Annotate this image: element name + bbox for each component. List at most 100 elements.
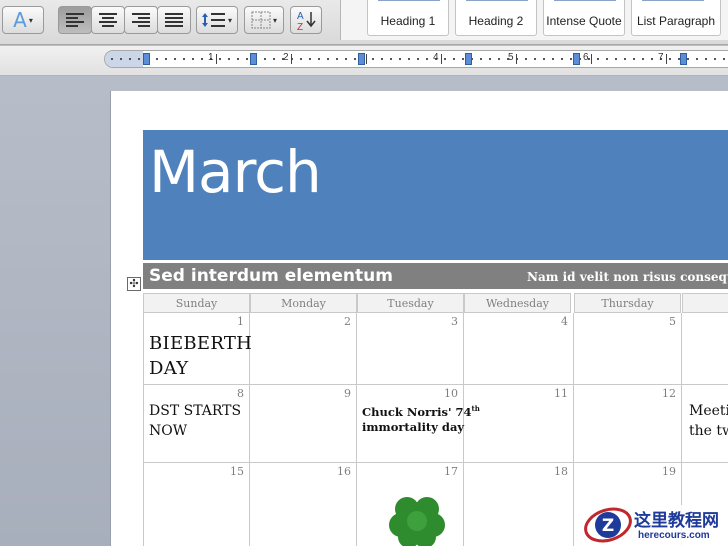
text-effects-button[interactable]: A ▾ bbox=[2, 6, 44, 34]
calendar-cell[interactable]: 9 bbox=[250, 385, 357, 463]
calendar-cell[interactable]: 1 BIEBERTH DAY bbox=[143, 313, 252, 385]
ruler-dot bbox=[453, 58, 455, 60]
event-line: DAY bbox=[149, 358, 189, 379]
ruler-dot bbox=[246, 58, 248, 60]
ruler-dot bbox=[714, 58, 716, 60]
day-number: 15 bbox=[230, 465, 244, 478]
calendar-cell[interactable]: 11 bbox=[464, 385, 574, 463]
watermark-logo-icon: Z bbox=[584, 507, 632, 543]
ruler-dot bbox=[462, 58, 464, 60]
day-number: 16 bbox=[337, 465, 351, 478]
calendar-cell[interactable]: 8 DST STARTS NOW bbox=[143, 385, 250, 463]
calendar-cell[interactable]: Meetin the tw bbox=[682, 385, 728, 463]
event-line: Chuck Norris' 74th bbox=[362, 401, 480, 420]
ruler-tick bbox=[366, 54, 367, 64]
ruler-dot bbox=[669, 58, 671, 60]
calendar-cell[interactable]: 18 bbox=[464, 463, 574, 546]
style-label: Intense Quote bbox=[546, 14, 622, 28]
column-marker[interactable] bbox=[143, 53, 150, 65]
ruler-dot bbox=[615, 58, 617, 60]
event-line: NOW bbox=[149, 423, 188, 439]
line-spacing-button[interactable]: ▾ bbox=[196, 6, 238, 34]
ruler-dot bbox=[534, 58, 536, 60]
ruler-tick bbox=[516, 54, 517, 64]
style-label: Heading 1 bbox=[380, 14, 436, 28]
ruler-dot bbox=[489, 58, 491, 60]
justify-button[interactable] bbox=[157, 6, 191, 34]
calendar-cell[interactable]: 5 bbox=[574, 313, 682, 385]
sort-button[interactable]: A Z bbox=[290, 6, 322, 34]
day-header-wednesday: Wednesday bbox=[464, 293, 571, 313]
calendar-cell[interactable]: 12 bbox=[574, 385, 682, 463]
event-text: Meetin the tw bbox=[689, 401, 728, 441]
style-list-paragraph[interactable]: List Paragraph bbox=[631, 0, 721, 36]
style-preview bbox=[642, 0, 704, 1]
day-number: 18 bbox=[554, 465, 568, 478]
event-line-text: Chuck Norris' 74 bbox=[362, 404, 472, 419]
subheader-left-text[interactable]: Sed interdum elementum bbox=[149, 266, 393, 286]
ruler-dot bbox=[228, 58, 230, 60]
column-marker[interactable] bbox=[573, 53, 580, 65]
day-number: 9 bbox=[344, 387, 351, 400]
align-center-button[interactable] bbox=[91, 6, 125, 34]
horizontal-ruler[interactable]: 1234567 bbox=[104, 50, 728, 68]
ruler-dot bbox=[237, 58, 239, 60]
month-title[interactable]: March bbox=[149, 138, 322, 206]
line-spacing-icon bbox=[201, 13, 225, 27]
calendar-cell[interactable]: 16 bbox=[250, 463, 357, 546]
shamrock-clipart[interactable] bbox=[387, 489, 447, 546]
style-heading-1[interactable]: Heading 1 bbox=[367, 0, 449, 36]
ruler-dot bbox=[336, 58, 338, 60]
ruler-number: 6 bbox=[583, 52, 589, 63]
borders-button[interactable]: ▾ bbox=[244, 6, 284, 34]
table-move-handle[interactable]: ✣ bbox=[127, 277, 141, 291]
subheader-right-text[interactable]: Nam id velit non risus consequat lac bbox=[527, 270, 728, 284]
day-header-tuesday: Tuesday bbox=[357, 293, 464, 313]
day-number: 12 bbox=[662, 387, 676, 400]
text-effects-icon: A bbox=[13, 8, 27, 32]
column-marker[interactable] bbox=[250, 53, 257, 65]
column-marker[interactable] bbox=[465, 53, 472, 65]
ruler-dot bbox=[444, 58, 446, 60]
align-left-button[interactable] bbox=[58, 6, 92, 34]
column-marker[interactable] bbox=[680, 53, 687, 65]
column-marker[interactable] bbox=[358, 53, 365, 65]
align-center-icon bbox=[99, 13, 117, 27]
style-intense-quote[interactable]: Intense Quote bbox=[543, 0, 625, 36]
align-left-icon bbox=[66, 13, 84, 27]
style-heading-2[interactable]: Heading 2 bbox=[455, 0, 537, 36]
calendar-cell[interactable]: 10 Chuck Norris' 74th immortality day bbox=[357, 385, 480, 463]
ruler-tick bbox=[441, 54, 442, 64]
chevron-down-icon: ▾ bbox=[28, 15, 33, 25]
event-text: BIEBERTH DAY bbox=[149, 331, 252, 381]
ruler-dot bbox=[597, 58, 599, 60]
ruler-dot bbox=[651, 58, 653, 60]
calendar-cell[interactable]: 3 bbox=[357, 313, 464, 385]
ruler-dot bbox=[498, 58, 500, 60]
chevron-down-icon: ▾ bbox=[272, 15, 277, 25]
day-number: 17 bbox=[444, 465, 458, 478]
ruler-dot bbox=[624, 58, 626, 60]
ruler-number: 2 bbox=[283, 52, 289, 63]
ruler-dot bbox=[120, 58, 122, 60]
style-preview bbox=[378, 0, 440, 1]
align-right-button[interactable] bbox=[124, 6, 158, 34]
ruler-dot bbox=[480, 58, 482, 60]
day-number: 8 bbox=[237, 387, 244, 400]
calendar-cell[interactable]: 2 bbox=[250, 313, 357, 385]
ruler-dot bbox=[705, 58, 707, 60]
calendar-cell[interactable]: 4 bbox=[464, 313, 574, 385]
day-header-thursday: Thursday bbox=[574, 293, 681, 313]
ruler-bar: 1234567 bbox=[0, 46, 728, 76]
calendar-cell[interactable]: 17 bbox=[357, 463, 464, 546]
calendar-cell[interactable]: 15 bbox=[143, 463, 250, 546]
sort-az-icon: A Z bbox=[297, 11, 316, 31]
calendar-cell[interactable] bbox=[682, 313, 728, 385]
ruler-dot bbox=[723, 58, 725, 60]
day-number: 1 bbox=[237, 315, 244, 328]
svg-text:A: A bbox=[297, 11, 304, 22]
ruler-dot bbox=[318, 58, 320, 60]
style-label: List Paragraph bbox=[636, 14, 716, 28]
event-text: Chuck Norris' 74th immortality day bbox=[362, 401, 480, 435]
ruler-dot bbox=[264, 58, 266, 60]
